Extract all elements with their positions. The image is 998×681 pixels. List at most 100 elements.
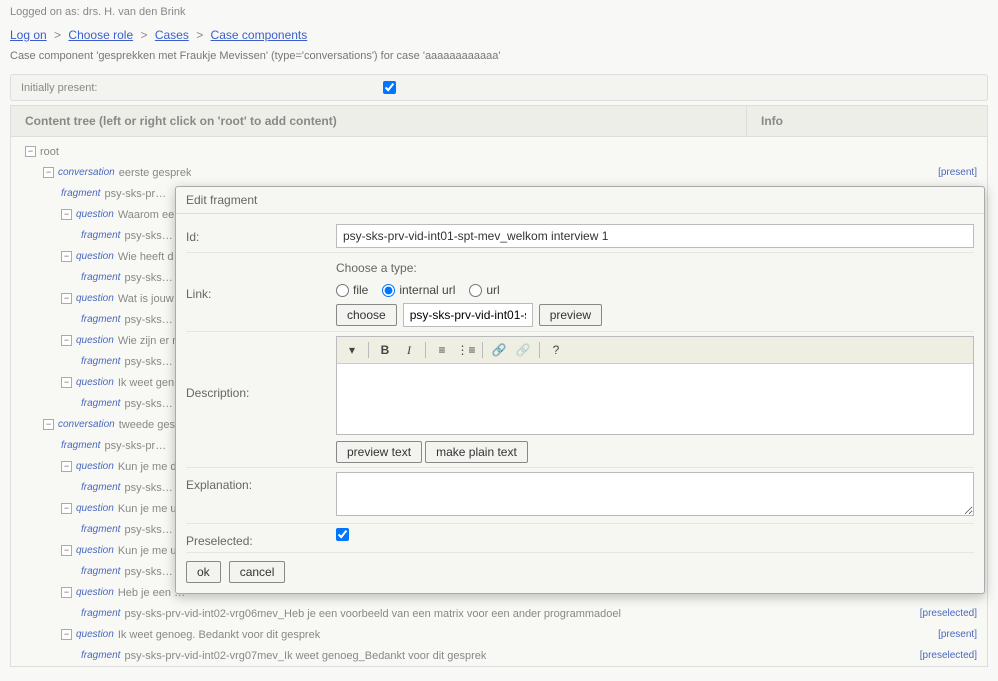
radio-file-label: file — [353, 283, 368, 297]
rich-text-editor: ▾ B I ≡ ⋮≡ 🔗 🔗 ? — [336, 336, 974, 435]
crumb-choose-role[interactable]: Choose role — [68, 28, 133, 42]
tree-node[interactable]: eerste gesprek — [119, 167, 192, 179]
toolbar-separator — [539, 342, 540, 358]
tree-node[interactable]: psy-sks… — [124, 356, 172, 368]
expander-icon[interactable]: − — [61, 209, 72, 220]
toolbar-separator — [482, 342, 483, 358]
tree-node[interactable]: psy-sks… — [124, 314, 172, 326]
th-info: Info — [747, 106, 987, 136]
radio-internal-url[interactable] — [382, 284, 395, 297]
crumb-cases[interactable]: Cases — [155, 28, 189, 42]
node-kind: fragment — [81, 356, 120, 367]
node-kind: question — [76, 629, 114, 640]
status-badge: [present] — [938, 629, 977, 640]
logged-on-label: Logged on as: drs. H. van den Brink — [0, 0, 998, 24]
edit-fragment-dialog: Edit fragment Id: Link: Choose a type: f… — [175, 186, 985, 594]
crumb-sep: > — [196, 28, 203, 42]
node-kind: fragment — [81, 524, 120, 535]
tree-node[interactable]: psy-sks-prv-vid-int02-vrg06mev_Heb je ee… — [124, 608, 620, 620]
explanation-textarea[interactable] — [336, 472, 974, 516]
unlink-icon[interactable]: 🔗 — [512, 340, 534, 360]
node-kind: fragment — [81, 272, 120, 283]
preselected-checkbox[interactable] — [336, 528, 349, 541]
node-kind: conversation — [58, 167, 115, 178]
node-kind: fragment — [81, 314, 120, 325]
make-plain-text-button[interactable]: make plain text — [425, 441, 528, 463]
toolbar-separator — [368, 342, 369, 358]
tree-node[interactable]: Ik weet genoeg. Bedankt voor dit gesprek — [118, 629, 320, 641]
tree-node[interactable]: psy-sks… — [124, 566, 172, 578]
node-kind: question — [76, 293, 114, 304]
radio-url[interactable] — [469, 284, 482, 297]
tree-node[interactable]: psy-sks… — [124, 272, 172, 284]
radio-internal-label: internal url — [399, 283, 455, 297]
help-icon[interactable]: ? — [545, 340, 567, 360]
crumb-logon[interactable]: Log on — [10, 28, 47, 42]
node-kind: question — [76, 587, 114, 598]
breadcrumb: Log on > Choose role > Cases > Case comp… — [0, 24, 998, 46]
tree-node[interactable]: psy-sks… — [124, 524, 172, 536]
case-description: Case component 'gesprekken met Fraukje M… — [0, 46, 998, 70]
node-kind: question — [76, 209, 114, 220]
ok-button[interactable]: ok — [186, 561, 221, 583]
radio-url-label: url — [486, 283, 499, 297]
id-input[interactable] — [336, 224, 974, 248]
initially-present-label: Initially present: — [21, 82, 371, 94]
expander-icon[interactable]: − — [61, 629, 72, 640]
expander-icon[interactable]: − — [43, 167, 54, 178]
node-kind: fragment — [81, 482, 120, 493]
node-kind: question — [76, 545, 114, 556]
th-content-tree: Content tree (left or right click on 'ro… — [11, 106, 747, 136]
choose-button[interactable]: choose — [336, 304, 397, 326]
description-editor-area[interactable] — [337, 364, 973, 434]
resize-handle-icon[interactable]: ▾ — [341, 340, 363, 360]
content-table-header: Content tree (left or right click on 'ro… — [10, 105, 988, 137]
node-kind: fragment — [81, 650, 120, 661]
expander-icon[interactable]: − — [43, 419, 54, 430]
node-kind: conversation — [58, 419, 115, 430]
expander-icon[interactable]: − — [25, 146, 36, 157]
ordered-list-icon[interactable]: ≡ — [431, 340, 453, 360]
cancel-button[interactable]: cancel — [229, 561, 286, 583]
node-kind: fragment — [81, 230, 120, 241]
status-badge: [preselected] — [920, 650, 977, 661]
crumb-sep: > — [140, 28, 147, 42]
id-label: Id: — [186, 224, 336, 244]
unordered-list-icon[interactable]: ⋮≡ — [455, 340, 477, 360]
tree-node[interactable]: psy-sks-prv-vid-int02-vrg07mev_Ik weet g… — [124, 650, 486, 662]
status-badge: [preselected] — [920, 608, 977, 619]
tree-root[interactable]: root — [40, 146, 59, 158]
expander-icon[interactable]: − — [61, 503, 72, 514]
initially-present-checkbox[interactable] — [383, 81, 396, 94]
link-icon[interactable]: 🔗 — [488, 340, 510, 360]
node-kind: fragment — [81, 398, 120, 409]
node-kind: question — [76, 335, 114, 346]
editor-toolbar: ▾ B I ≡ ⋮≡ 🔗 🔗 ? — [337, 337, 973, 364]
expander-icon[interactable]: − — [61, 545, 72, 556]
preview-text-button[interactable]: preview text — [336, 441, 422, 463]
crumb-case-components[interactable]: Case components — [211, 28, 308, 42]
expander-icon[interactable]: − — [61, 335, 72, 346]
node-kind: question — [76, 503, 114, 514]
tree-node[interactable]: psy-sks-pr… — [104, 440, 166, 452]
initially-present-panel: Initially present: — [10, 74, 988, 101]
tree-node[interactable]: psy-sks… — [124, 398, 172, 410]
tree-node[interactable]: psy-sks-pr… — [104, 188, 166, 200]
dialog-title: Edit fragment — [176, 187, 984, 214]
radio-file[interactable] — [336, 284, 349, 297]
bold-icon[interactable]: B — [374, 340, 396, 360]
preview-button[interactable]: preview — [539, 304, 602, 326]
preselected-label: Preselected: — [186, 528, 336, 548]
link-value-input[interactable] — [403, 303, 533, 327]
node-kind: fragment — [81, 566, 120, 577]
expander-icon[interactable]: − — [61, 461, 72, 472]
expander-icon[interactable]: − — [61, 587, 72, 598]
tree-node[interactable]: psy-sks… — [124, 230, 172, 242]
expander-icon[interactable]: − — [61, 377, 72, 388]
expander-icon[interactable]: − — [61, 293, 72, 304]
node-kind: question — [76, 251, 114, 262]
node-kind: question — [76, 377, 114, 388]
italic-icon[interactable]: I — [398, 340, 420, 360]
expander-icon[interactable]: − — [61, 251, 72, 262]
tree-node[interactable]: psy-sks… — [124, 482, 172, 494]
